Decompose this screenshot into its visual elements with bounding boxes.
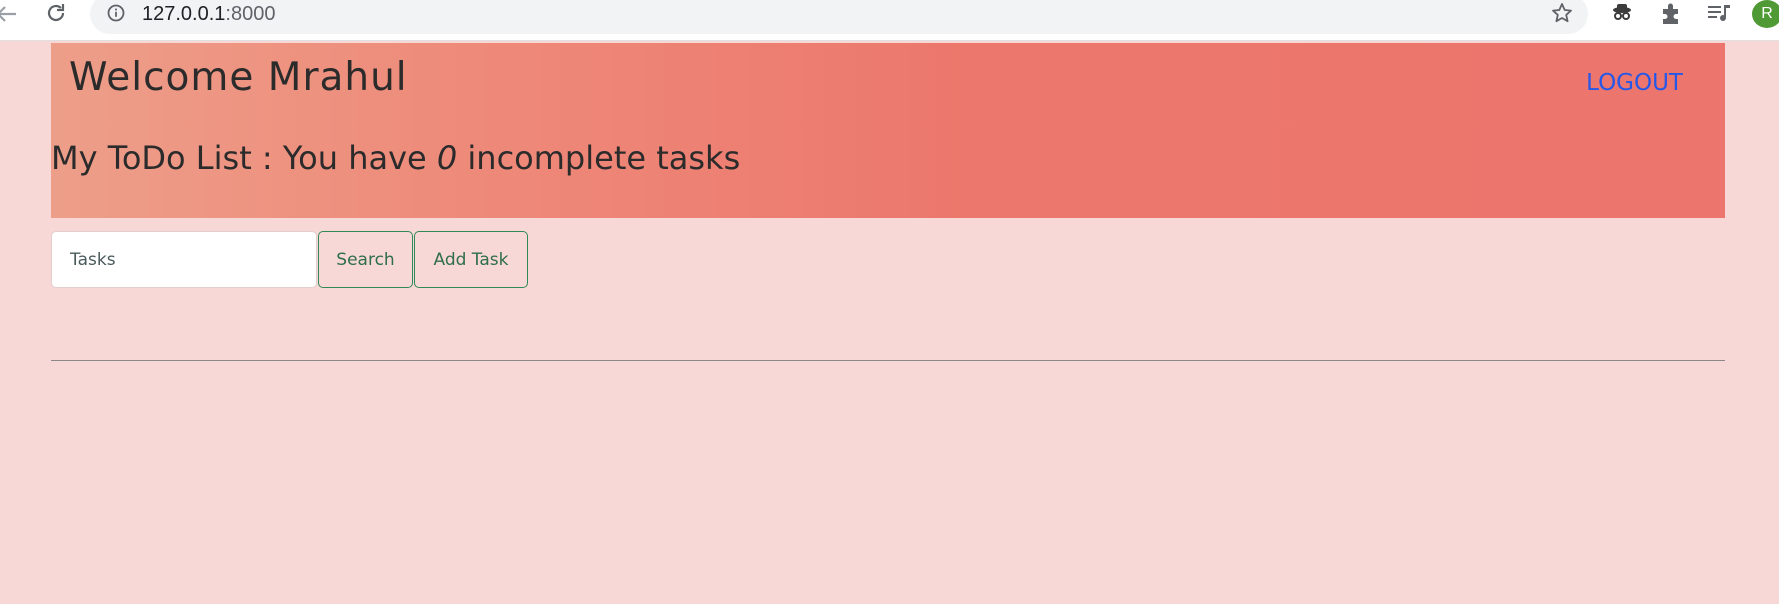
incomplete-count: 0 [436,139,458,177]
browser-toolbar: 127.0.0.1:8000 R [0,0,1779,41]
info-icon[interactable] [107,4,125,22]
media-queue-icon[interactable] [1706,1,1732,27]
back-arrow-icon[interactable] [0,1,20,27]
url-text[interactable]: 127.0.0.1:8000 [142,2,275,26]
todo-summary-heading: My ToDo List : You have 0 incomplete tas… [51,139,740,177]
todo-suffix: incomplete tasks [457,139,741,177]
task-input[interactable] [51,231,317,288]
extension-spy-icon[interactable] [1609,1,1635,27]
address-bar[interactable]: 127.0.0.1:8000 [90,0,1588,34]
puzzle-extensions-icon[interactable] [1658,1,1684,27]
url-host: 127.0.0.1 [142,3,226,25]
logout-link[interactable]: LOGOUT [1586,70,1683,96]
header-banner: Welcome Mrahul LOGOUT My ToDo List : You… [51,43,1725,218]
url-port: :8000 [225,3,276,25]
divider [51,360,1725,361]
todo-prefix: My ToDo List : You have [51,139,437,177]
search-button[interactable]: Search [318,231,413,288]
add-task-button[interactable]: Add Task [414,231,528,288]
star-icon[interactable] [1551,2,1573,24]
welcome-heading: Welcome Mrahul [69,55,408,100]
reload-icon[interactable] [43,1,69,27]
profile-avatar[interactable]: R [1752,0,1779,28]
